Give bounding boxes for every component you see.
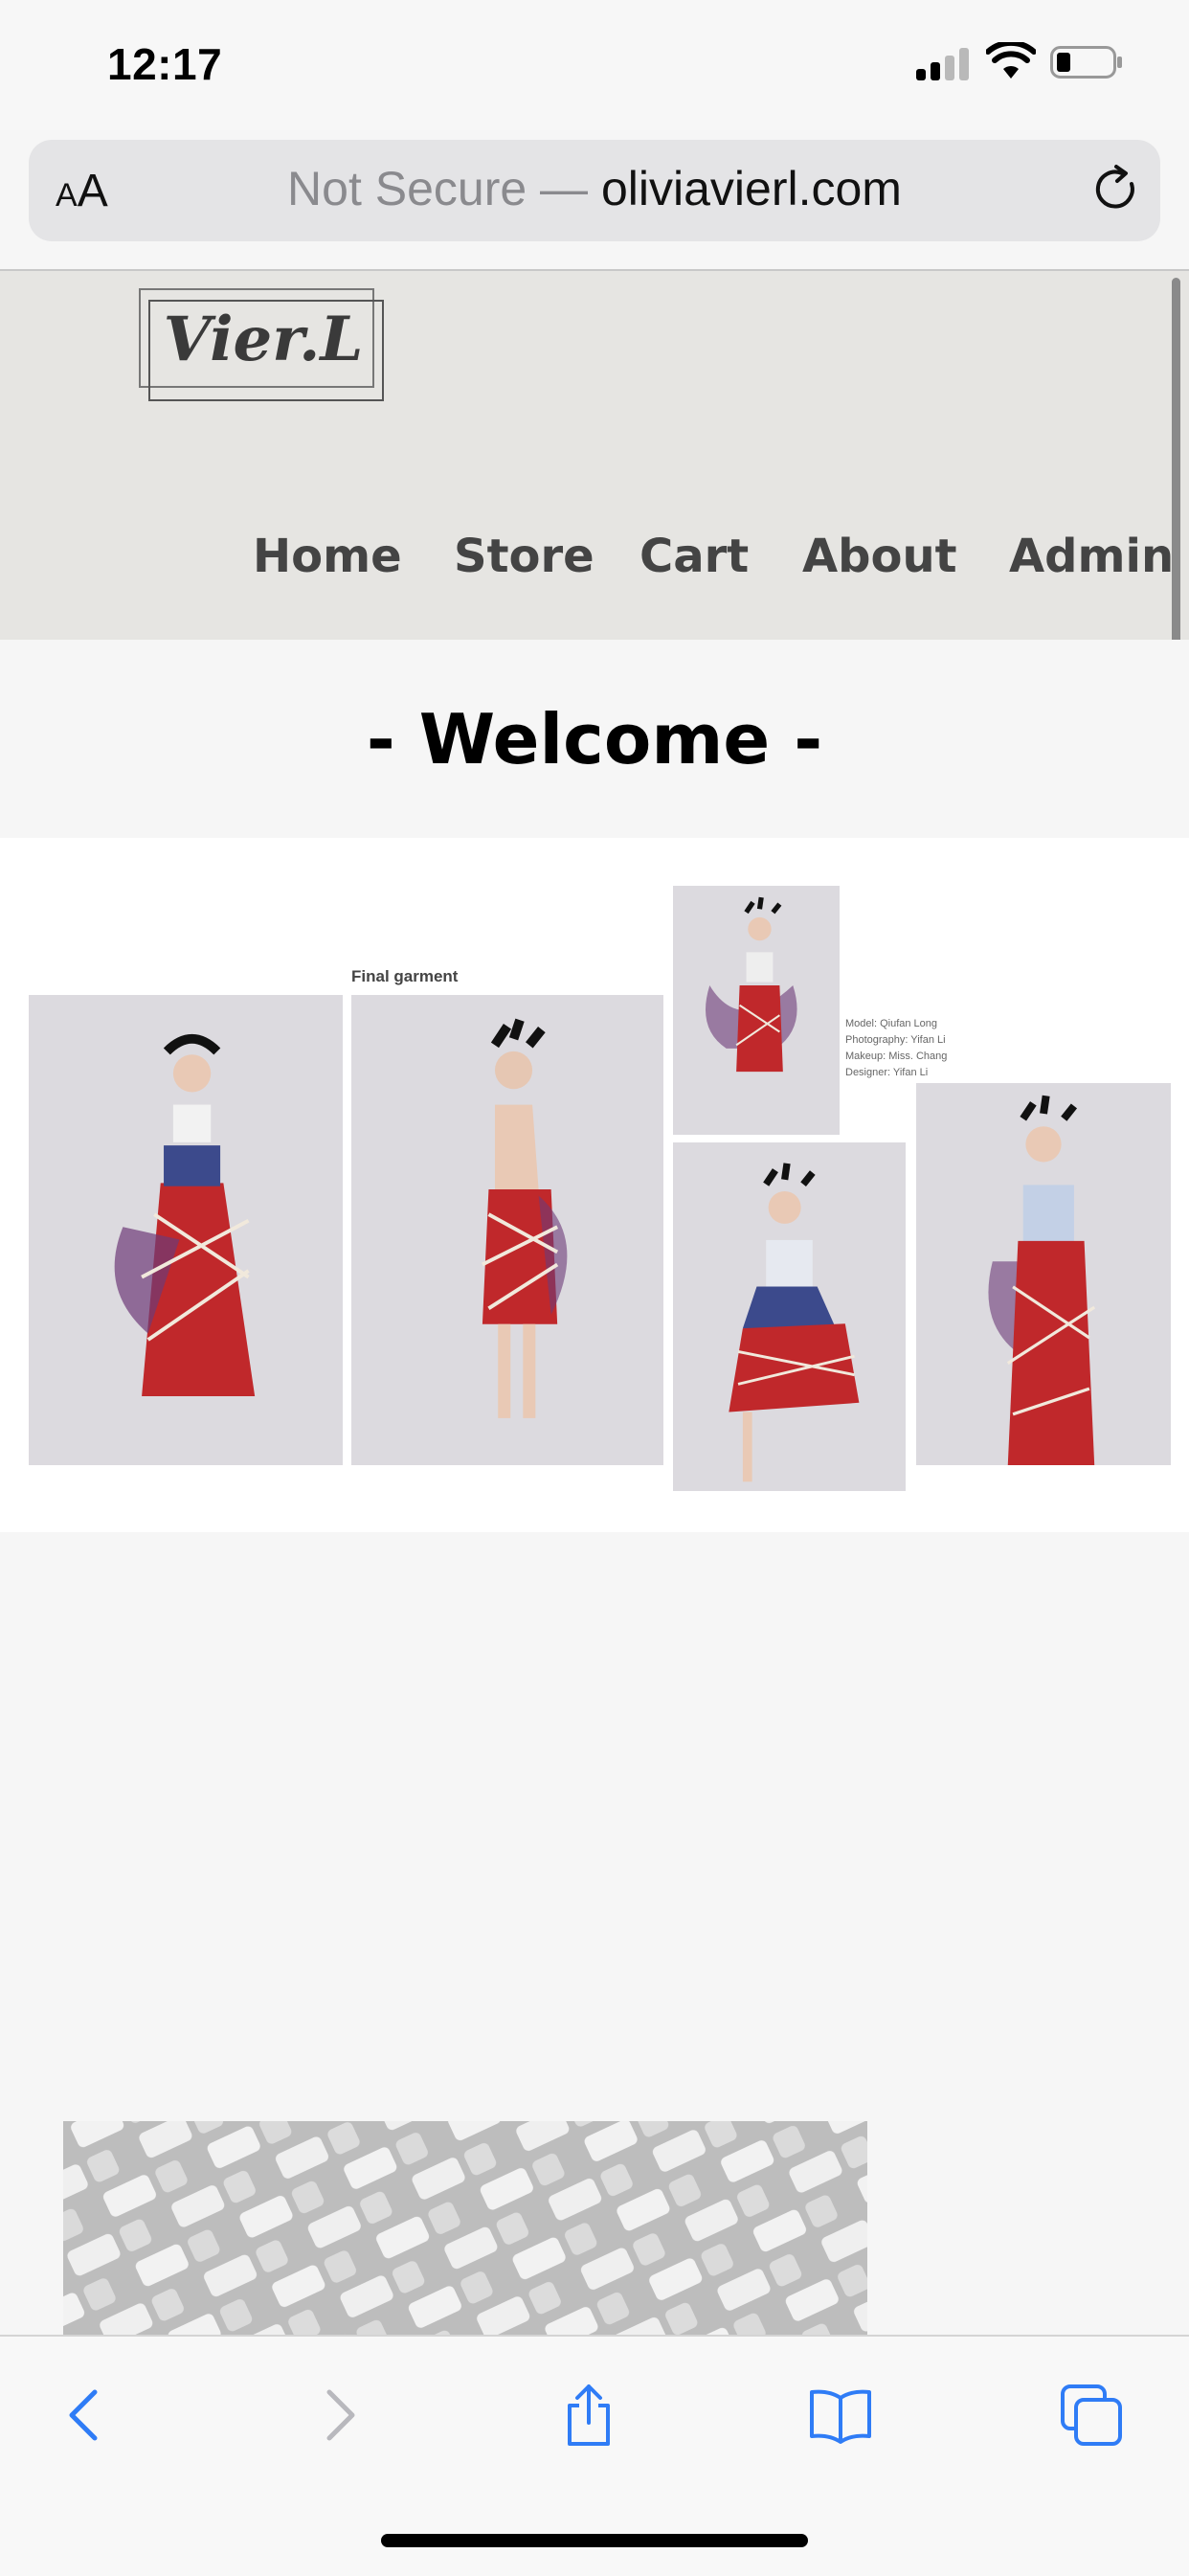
bookmarks-icon[interactable] — [806, 2381, 875, 2450]
status-time: 12:17 — [107, 39, 223, 89]
main-nav: Home Store Cart About Admin — [0, 530, 1189, 606]
battery-icon — [1050, 46, 1122, 79]
garment-photo-skirt-lift — [673, 886, 840, 1135]
woven-texture-image — [63, 2121, 867, 2337]
garment-photo-side — [351, 995, 663, 1465]
home-indicator[interactable] — [381, 2534, 808, 2547]
garment-gallery: Final garment Model: Qiufan Long Photogr… — [0, 838, 1189, 1532]
cellular-signal-icon — [916, 48, 972, 80]
nav-admin[interactable]: Admin — [1009, 530, 1174, 583]
nav-cart[interactable]: Cart — [639, 530, 749, 583]
nav-home[interactable]: Home — [253, 530, 402, 583]
garment-photo-seated — [673, 1142, 906, 1491]
share-icon[interactable] — [554, 2381, 623, 2450]
welcome-heading: - Welcome - — [366, 699, 823, 780]
reload-icon[interactable] — [1088, 161, 1145, 218]
site-logo[interactable]: Vier.L — [139, 304, 388, 375]
wifi-icon — [986, 42, 1036, 79]
gallery-caption: Final garment — [351, 967, 459, 985]
forward-icon — [326, 2389, 355, 2441]
back-icon[interactable] — [53, 2381, 122, 2450]
security-label: Not Secure — — [287, 162, 589, 215]
garment-photo-front — [29, 995, 343, 1465]
garment-photo-portrait — [916, 1083, 1171, 1465]
address-bar[interactable]: AA Not Secure — oliviavierl.com — [29, 140, 1160, 241]
welcome-section: - Welcome - — [0, 640, 1189, 838]
url-domain: oliviavierl.com — [600, 162, 902, 215]
nav-about[interactable]: About — [802, 530, 957, 583]
photo-credits: Model: Qiufan Long Photography: Yifan Li… — [845, 1018, 948, 1078]
site-header: Vier.L Home Store Cart About Admin — [0, 271, 1189, 640]
tabs-icon[interactable] — [1057, 2381, 1126, 2450]
url-display[interactable]: Not Secure — oliviavierl.com — [29, 161, 1160, 216]
status-bar: 12:17 — [0, 0, 1189, 130]
nav-store[interactable]: Store — [454, 530, 594, 583]
